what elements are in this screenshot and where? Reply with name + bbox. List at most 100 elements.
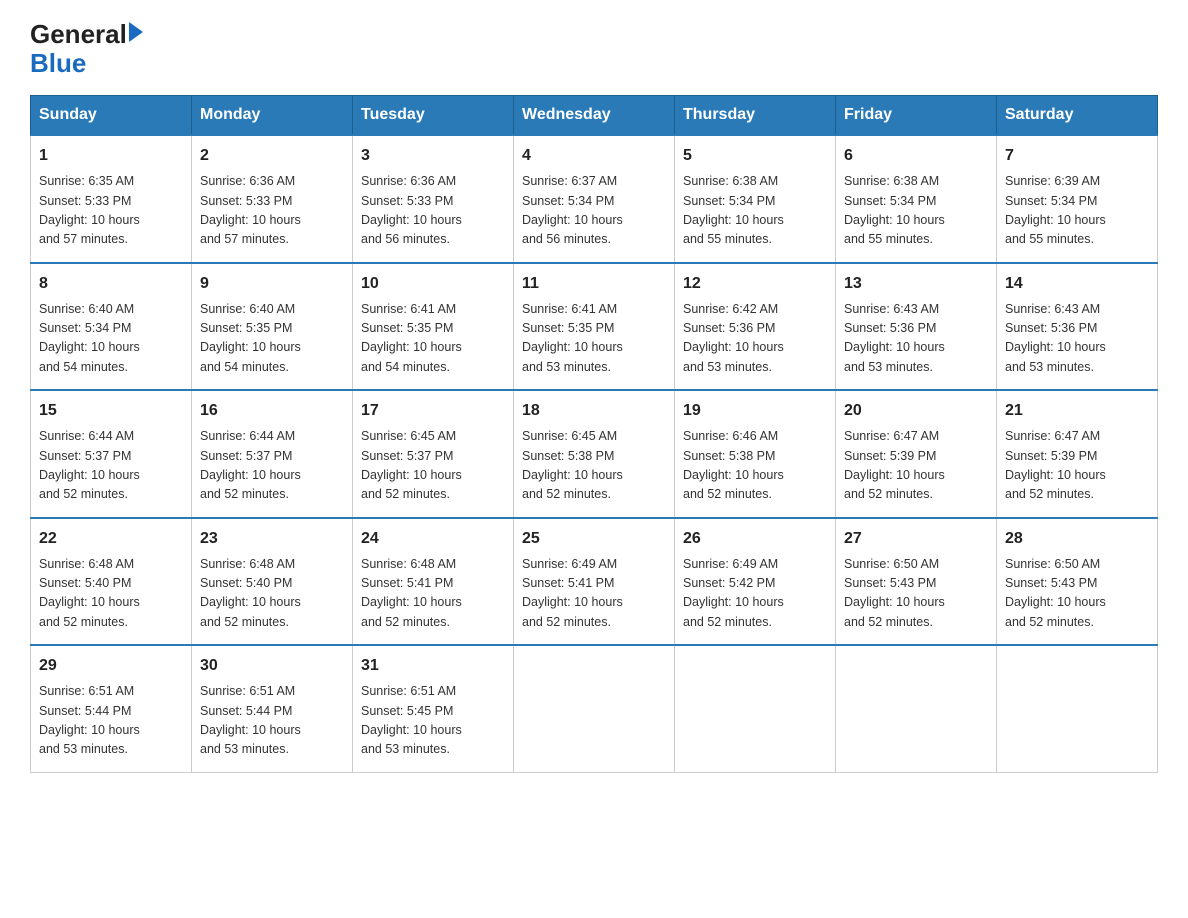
calendar-cell: 17 Sunrise: 6:45 AMSunset: 5:37 PMDayligh… <box>353 390 514 518</box>
calendar-cell: 6 Sunrise: 6:38 AMSunset: 5:34 PMDaylight… <box>836 135 997 263</box>
page-header: General Blue <box>30 20 1158 77</box>
calendar-cell: 27Sunrise: 6:50 AMSunset: 5:43 PMDayligh… <box>836 518 997 646</box>
day-info: Sunrise: 6:50 AMSunset: 5:43 PMDaylight:… <box>844 555 988 633</box>
day-info: Sunrise: 6:38 AMSunset: 5:34 PMDaylight:… <box>844 172 988 250</box>
day-number: 29 <box>39 654 183 678</box>
calendar-cell: 24 Sunrise: 6:48 AMSunset: 5:41 PMDayligh… <box>353 518 514 646</box>
calendar-cell: 23 Sunrise: 6:48 AMSunset: 5:40 PMDayligh… <box>192 518 353 646</box>
day-info: Sunrise: 6:51 AMSunset: 5:44 PMDaylight:… <box>39 682 183 760</box>
calendar-cell: 4 Sunrise: 6:37 AMSunset: 5:34 PMDaylight… <box>514 135 675 263</box>
day-number: 4 <box>522 144 666 168</box>
day-info: Sunrise: 6:45 AMSunset: 5:38 PMDaylight:… <box>522 427 666 505</box>
day-number: 15 <box>39 399 183 423</box>
weekday-header-saturday: Saturday <box>997 96 1158 136</box>
weekday-header-thursday: Thursday <box>675 96 836 136</box>
day-info: Sunrise: 6:40 AMSunset: 5:35 PMDaylight:… <box>200 300 344 378</box>
weekday-header-sunday: Sunday <box>31 96 192 136</box>
day-number: 26 <box>683 527 827 551</box>
day-number: 5 <box>683 144 827 168</box>
day-number: 3 <box>361 144 505 168</box>
calendar-cell: 3 Sunrise: 6:36 AMSunset: 5:33 PMDaylight… <box>353 135 514 263</box>
day-info: Sunrise: 6:40 AMSunset: 5:34 PMDaylight:… <box>39 300 183 378</box>
calendar-cell: 5 Sunrise: 6:38 AMSunset: 5:34 PMDaylight… <box>675 135 836 263</box>
day-number: 10 <box>361 272 505 296</box>
weekday-header-tuesday: Tuesday <box>353 96 514 136</box>
calendar-cell: 22 Sunrise: 6:48 AMSunset: 5:40 PMDayligh… <box>31 518 192 646</box>
day-number: 25 <box>522 527 666 551</box>
day-info: Sunrise: 6:45 AMSunset: 5:37 PMDaylight:… <box>361 427 505 505</box>
calendar-cell: 28 Sunrise: 6:50 AMSunset: 5:43 PMDayligh… <box>997 518 1158 646</box>
calendar-cell: 31 Sunrise: 6:51 AMSunset: 5:45 PMDayligh… <box>353 645 514 772</box>
day-info: Sunrise: 6:36 AMSunset: 5:33 PMDaylight:… <box>200 172 344 250</box>
day-number: 9 <box>200 272 344 296</box>
day-number: 17 <box>361 399 505 423</box>
calendar-week-row: 8 Sunrise: 6:40 AMSunset: 5:34 PMDaylight… <box>31 263 1158 391</box>
day-number: 8 <box>39 272 183 296</box>
weekday-header-friday: Friday <box>836 96 997 136</box>
calendar-cell: 25 Sunrise: 6:49 AMSunset: 5:41 PMDayligh… <box>514 518 675 646</box>
day-number: 21 <box>1005 399 1149 423</box>
calendar-cell: 13Sunrise: 6:43 AMSunset: 5:36 PMDayligh… <box>836 263 997 391</box>
day-number: 28 <box>1005 527 1149 551</box>
day-number: 11 <box>522 272 666 296</box>
day-number: 20 <box>844 399 988 423</box>
day-number: 2 <box>200 144 344 168</box>
day-info: Sunrise: 6:47 AMSunset: 5:39 PMDaylight:… <box>844 427 988 505</box>
logo-arrow-icon <box>129 22 143 42</box>
calendar-cell: 2 Sunrise: 6:36 AMSunset: 5:33 PMDaylight… <box>192 135 353 263</box>
day-info: Sunrise: 6:39 AMSunset: 5:34 PMDaylight:… <box>1005 172 1149 250</box>
day-info: Sunrise: 6:38 AMSunset: 5:34 PMDaylight:… <box>683 172 827 250</box>
calendar-cell: 26 Sunrise: 6:49 AMSunset: 5:42 PMDayligh… <box>675 518 836 646</box>
calendar-cell: 7Sunrise: 6:39 AMSunset: 5:34 PMDaylight… <box>997 135 1158 263</box>
day-info: Sunrise: 6:49 AMSunset: 5:42 PMDaylight:… <box>683 555 827 633</box>
calendar-table: SundayMondayTuesdayWednesdayThursdayFrid… <box>30 95 1158 773</box>
day-number: 1 <box>39 144 183 168</box>
day-number: 16 <box>200 399 344 423</box>
calendar-cell: 30Sunrise: 6:51 AMSunset: 5:44 PMDayligh… <box>192 645 353 772</box>
calendar-week-row: 22 Sunrise: 6:48 AMSunset: 5:40 PMDayligh… <box>31 518 1158 646</box>
calendar-week-row: 1 Sunrise: 6:35 AMSunset: 5:33 PMDaylight… <box>31 135 1158 263</box>
calendar-cell: 29 Sunrise: 6:51 AMSunset: 5:44 PMDayligh… <box>31 645 192 772</box>
calendar-cell <box>997 645 1158 772</box>
calendar-cell: 12 Sunrise: 6:42 AMSunset: 5:36 PMDayligh… <box>675 263 836 391</box>
logo-general-text: General <box>30 20 127 49</box>
day-number: 22 <box>39 527 183 551</box>
day-number: 24 <box>361 527 505 551</box>
day-info: Sunrise: 6:50 AMSunset: 5:43 PMDaylight:… <box>1005 555 1149 633</box>
calendar-cell: 18 Sunrise: 6:45 AMSunset: 5:38 PMDayligh… <box>514 390 675 518</box>
weekday-header-monday: Monday <box>192 96 353 136</box>
calendar-cell <box>514 645 675 772</box>
day-number: 18 <box>522 399 666 423</box>
calendar-cell: 1 Sunrise: 6:35 AMSunset: 5:33 PMDaylight… <box>31 135 192 263</box>
day-info: Sunrise: 6:49 AMSunset: 5:41 PMDaylight:… <box>522 555 666 633</box>
day-info: Sunrise: 6:43 AMSunset: 5:36 PMDaylight:… <box>1005 300 1149 378</box>
day-number: 31 <box>361 654 505 678</box>
calendar-week-row: 29 Sunrise: 6:51 AMSunset: 5:44 PMDayligh… <box>31 645 1158 772</box>
day-info: Sunrise: 6:42 AMSunset: 5:36 PMDaylight:… <box>683 300 827 378</box>
calendar-cell: 8 Sunrise: 6:40 AMSunset: 5:34 PMDaylight… <box>31 263 192 391</box>
day-info: Sunrise: 6:48 AMSunset: 5:40 PMDaylight:… <box>200 555 344 633</box>
day-info: Sunrise: 6:36 AMSunset: 5:33 PMDaylight:… <box>361 172 505 250</box>
calendar-cell <box>675 645 836 772</box>
day-info: Sunrise: 6:48 AMSunset: 5:40 PMDaylight:… <box>39 555 183 633</box>
logo-blue-text: Blue <box>30 49 143 78</box>
calendar-cell: 14Sunrise: 6:43 AMSunset: 5:36 PMDayligh… <box>997 263 1158 391</box>
day-info: Sunrise: 6:48 AMSunset: 5:41 PMDaylight:… <box>361 555 505 633</box>
calendar-cell: 11 Sunrise: 6:41 AMSunset: 5:35 PMDayligh… <box>514 263 675 391</box>
day-number: 6 <box>844 144 988 168</box>
logo: General Blue <box>30 20 143 77</box>
day-number: 19 <box>683 399 827 423</box>
day-number: 23 <box>200 527 344 551</box>
calendar-cell: 20 Sunrise: 6:47 AMSunset: 5:39 PMDayligh… <box>836 390 997 518</box>
calendar-cell: 21 Sunrise: 6:47 AMSunset: 5:39 PMDayligh… <box>997 390 1158 518</box>
day-info: Sunrise: 6:41 AMSunset: 5:35 PMDaylight:… <box>522 300 666 378</box>
calendar-cell: 15Sunrise: 6:44 AMSunset: 5:37 PMDayligh… <box>31 390 192 518</box>
day-info: Sunrise: 6:43 AMSunset: 5:36 PMDaylight:… <box>844 300 988 378</box>
day-number: 12 <box>683 272 827 296</box>
day-info: Sunrise: 6:51 AMSunset: 5:45 PMDaylight:… <box>361 682 505 760</box>
calendar-cell: 16Sunrise: 6:44 AMSunset: 5:37 PMDayligh… <box>192 390 353 518</box>
day-info: Sunrise: 6:35 AMSunset: 5:33 PMDaylight:… <box>39 172 183 250</box>
calendar-cell: 10Sunrise: 6:41 AMSunset: 5:35 PMDayligh… <box>353 263 514 391</box>
day-info: Sunrise: 6:47 AMSunset: 5:39 PMDaylight:… <box>1005 427 1149 505</box>
day-info: Sunrise: 6:37 AMSunset: 5:34 PMDaylight:… <box>522 172 666 250</box>
